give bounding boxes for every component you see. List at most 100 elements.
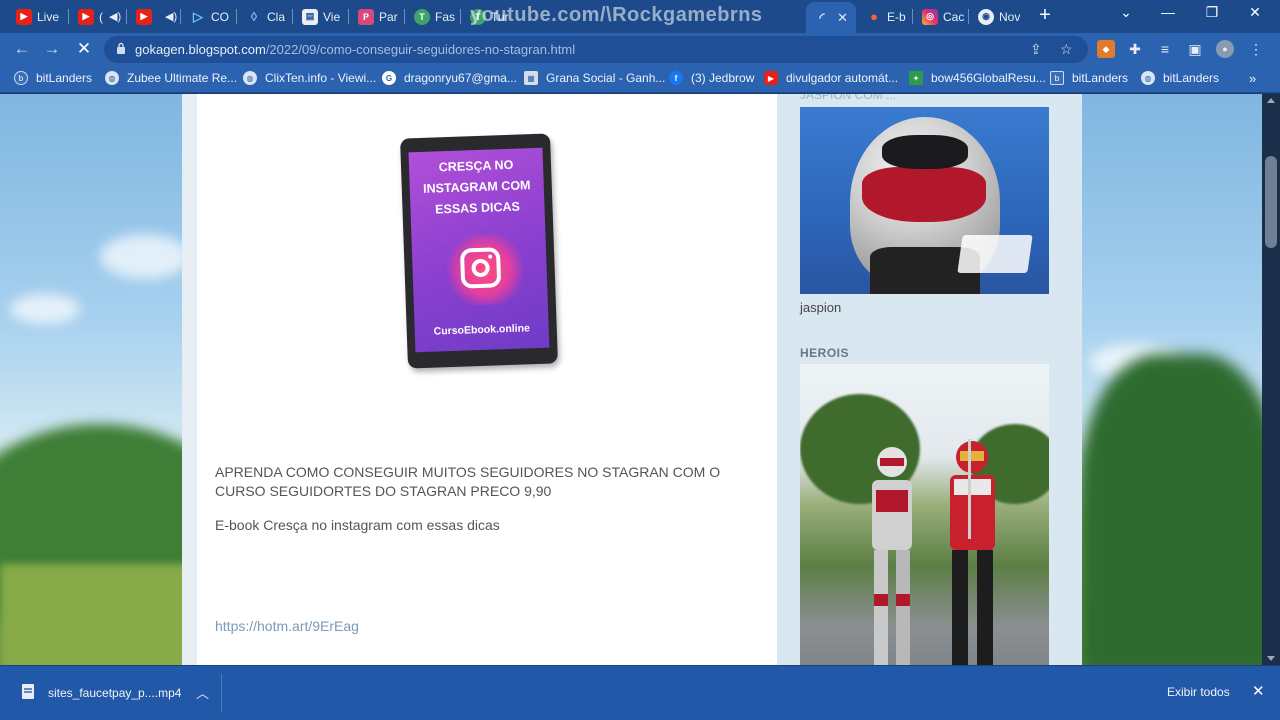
- bookmark-item[interactable]: ◍ ClixTen.info - Viewi...: [243, 71, 376, 85]
- bookmark-item[interactable]: ▶ divulgador automát...: [764, 71, 898, 85]
- tab-label: Live: [37, 9, 60, 24]
- menu-dots-icon[interactable]: ⋮: [1247, 40, 1265, 58]
- file-icon: [22, 684, 34, 699]
- bookmark-item[interactable]: ◍ Zubee Ultimate Re...: [105, 71, 237, 85]
- youtube-icon: ▶: [78, 8, 94, 25]
- bitlanders-icon: b: [1050, 71, 1064, 85]
- side-panel-icon[interactable]: ▣: [1186, 40, 1204, 58]
- close-window-button[interactable]: ✕: [1243, 4, 1267, 21]
- chrome-icon: ◉: [978, 8, 994, 25]
- tab-label: Par: [379, 9, 398, 24]
- tab-label: Nov: [999, 9, 1021, 24]
- grana-icon: ▦: [524, 71, 538, 85]
- youtube-icon: ▶: [136, 8, 152, 25]
- maximize-button[interactable]: ❐: [1200, 4, 1224, 21]
- back-button[interactable]: ←: [11, 38, 33, 60]
- speaker-icon: ◀): [109, 11, 122, 23]
- bookmark-label: dragonryu67@gma...: [404, 71, 517, 85]
- bookmark-label: divulgador automát...: [786, 71, 899, 85]
- tab-vie[interactable]: ▤ Vie: [294, 4, 348, 29]
- download-item[interactable]: sites_faucetpay_p....mp4 ︿: [10, 674, 222, 712]
- bookmark-item[interactable]: f (3) Jedbrow: [669, 71, 754, 85]
- jaspion-image[interactable]: [800, 107, 1049, 294]
- bookmark-item[interactable]: b bitLanders: [1050, 71, 1128, 85]
- close-download-bar-button[interactable]: ✕: [1252, 682, 1265, 700]
- youtube-icon: ▶: [764, 71, 778, 85]
- tab-eb[interactable]: ● E-b: [858, 4, 912, 29]
- watermark: youtube.com/\Rockgamebrns: [470, 4, 763, 26]
- globe-icon: ◍: [1141, 71, 1155, 85]
- bookmark-item[interactable]: b bitLanders: [14, 71, 92, 85]
- tab-live[interactable]: ▶ Live: [8, 4, 68, 29]
- tab-label: CO: [211, 9, 229, 24]
- page-viewport: CRESÇA NO INSTAGRAM COM ESSAS DICAS Curs…: [0, 94, 1262, 665]
- tab-par[interactable]: P Par: [350, 4, 404, 29]
- bookmark-item[interactable]: ▦ Grana Social - Ganh...: [524, 71, 665, 85]
- tab-nov[interactable]: ◉ Nov: [970, 4, 1026, 29]
- show-all-downloads-button[interactable]: Exibir todos: [1167, 685, 1230, 699]
- hotmart-link[interactable]: https://hotm.art/9ErEag: [215, 618, 359, 634]
- sidebar-heading: HEROIS: [800, 346, 850, 360]
- tab-co[interactable]: ▷ CO: [182, 4, 236, 29]
- share-icon[interactable]: ⇪: [1030, 41, 1042, 58]
- scroll-up-arrow[interactable]: [1267, 98, 1275, 103]
- t-icon: T: [414, 8, 430, 25]
- tab-cla[interactable]: ◊ Cla: [238, 4, 292, 29]
- download-file-name: sites_faucetpay_p....mp4: [48, 686, 182, 700]
- speaker-icon: ◀): [165, 11, 178, 23]
- youtube-icon: ▶: [16, 8, 32, 25]
- post-paragraph: E-book Cresça no instagram com essas dic…: [215, 517, 500, 533]
- scroll-down-arrow[interactable]: [1267, 656, 1275, 661]
- fire-icon: ●: [870, 9, 878, 24]
- image-caption: jaspion: [800, 300, 842, 315]
- post-paragraph: APRENDA COMO CONSEGUIR MUITOS SEGUIDORES…: [215, 464, 721, 499]
- drop-icon: ◊: [250, 9, 258, 24]
- tab-label: E-b: [887, 9, 906, 24]
- metamask-extension-icon[interactable]: ◆: [1097, 40, 1115, 58]
- tab-cac[interactable]: ◎ Cac: [914, 4, 968, 29]
- bookmark-label: Grana Social - Ganh...: [546, 71, 666, 85]
- globe-icon: ◍: [105, 71, 119, 85]
- bookmarks-bar: b bitLanders ◍ Zubee Ultimate Re... ◍ Cl…: [0, 65, 1280, 93]
- bookmark-label: ClixTen.info - Viewi...: [265, 71, 377, 85]
- bookmark-label: (3) Jedbrow: [691, 71, 755, 85]
- tab-youtube-3[interactable]: ▶ ◀): [128, 4, 180, 29]
- bookmark-item[interactable]: G dragonryu67@gma...: [382, 71, 517, 85]
- bookmarks-overflow-icon[interactable]: »: [1249, 71, 1256, 86]
- herois-image[interactable]: [800, 364, 1049, 665]
- tab-fas[interactable]: T Fas: [406, 4, 460, 29]
- puzzle-icon: ✦: [909, 71, 923, 85]
- close-icon[interactable]: ✕: [837, 10, 848, 26]
- tab-label: Cac: [943, 9, 965, 24]
- bitlanders-icon: b: [14, 71, 28, 85]
- media-queue-icon[interactable]: ≡: [1156, 40, 1174, 58]
- lock-icon: [117, 42, 125, 54]
- url-text: gokagen.blogspot.com/2022/09/como-conseg…: [135, 42, 575, 57]
- extensions-puzzle-icon[interactable]: ✚: [1126, 40, 1144, 58]
- chevron-up-icon[interactable]: ︿: [196, 683, 209, 702]
- forward-button[interactable]: →: [41, 38, 63, 60]
- bookmark-star-icon[interactable]: ☆: [1060, 41, 1073, 58]
- url-host: gokagen.blogspot.com: [135, 42, 266, 57]
- bookmark-label: bitLanders: [36, 71, 93, 85]
- tab-label: Vie: [323, 9, 341, 24]
- tab-strip: ▶ Live ▶ ( ◀) ▶ ◀) ▷ CO ◊ Cla ▤ Vie P Pa…: [0, 0, 1280, 33]
- bookmark-label: Zubee Ultimate Re...: [127, 71, 238, 85]
- globe-icon: ◍: [243, 71, 257, 85]
- tab-search-button[interactable]: ⌄: [1114, 4, 1138, 21]
- tab-active[interactable]: ◜ ✕: [806, 2, 856, 33]
- page-scrollbar[interactable]: [1262, 94, 1280, 665]
- new-tab-button[interactable]: +: [1035, 5, 1055, 27]
- scroll-thumb[interactable]: [1265, 156, 1277, 248]
- minimize-button[interactable]: —: [1156, 4, 1180, 20]
- tab-label: (: [99, 9, 103, 24]
- address-bar[interactable]: gokagen.blogspot.com/2022/09/como-conseg…: [104, 36, 1088, 63]
- profile-avatar-icon[interactable]: ●: [1216, 40, 1234, 58]
- google-icon: G: [382, 71, 396, 85]
- ebook-cover-image: CRESÇA NO INSTAGRAM COM ESSAS DICAS Curs…: [400, 133, 558, 369]
- bookmark-item[interactable]: ◍ bitLanders: [1141, 71, 1219, 85]
- tab-youtube-2[interactable]: ▶ ( ◀): [70, 4, 126, 29]
- stop-loading-button[interactable]: ✕: [73, 38, 95, 60]
- bookmark-item[interactable]: ✦ bow456GlobalResu...: [909, 71, 1046, 85]
- loading-icon: ◜: [819, 9, 825, 25]
